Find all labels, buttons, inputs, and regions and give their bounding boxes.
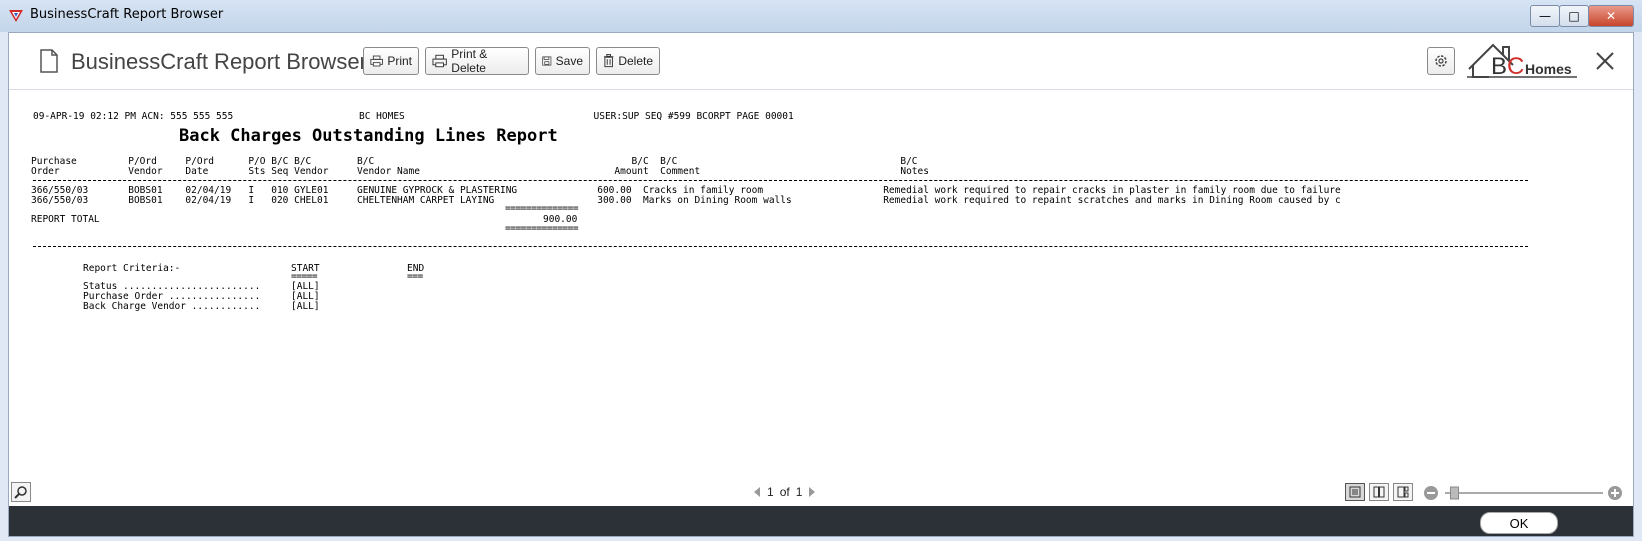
toolbar: BusinessCraft Report Browser Print Print… [9,33,1633,90]
column-headers-row2: Order Vendor Date Sts Seq Vendor Vendor … [31,166,929,177]
zoom-slider-handle[interactable] [1450,486,1459,500]
save-label: Save [555,54,583,68]
ok-button[interactable]: OK [1480,512,1558,534]
criteria-start-underline: ===== [291,271,318,282]
find-button[interactable] [11,482,31,502]
report-header-line: 09-APR-19 02:12 PM ACN: 555 555 555 BC H… [33,111,794,122]
zoom-in-button[interactable] [1608,486,1622,500]
close-icon[interactable] [1591,47,1619,75]
total-rule: ============== [505,223,579,234]
print-delete-label: Print & Delete [451,47,488,75]
print-delete-button[interactable]: Print & Delete [425,47,529,75]
criteria-item-label: Back Charge Vendor ............ [83,301,261,312]
delete-label: Delete [618,54,653,68]
criteria-end-underline: === [407,271,423,282]
page-total: 1 [795,485,803,499]
bc-homes-logo: B C Homes [1465,39,1581,85]
subtotal-rule: ============== [505,203,579,214]
minimize-button[interactable]: — [1530,5,1560,27]
multi-page-icon [1397,486,1409,498]
print-button[interactable]: Print [363,47,419,75]
print-label: Print [387,54,412,68]
save-button[interactable]: Save [535,47,590,75]
printer-icon [432,54,447,68]
page-of: of [779,485,790,499]
table-row: 366/550/03 BOBS01 02/04/19 I 020 CHEL01 … [31,195,1341,206]
dialog-footer: OK [9,506,1633,536]
page-title: BusinessCraft Report Browser [71,49,367,74]
window-titlebar: BusinessCraft Report Browser — □ ✕ [0,0,1642,32]
zoom-control [1424,486,1622,500]
zoom-out-button[interactable] [1424,486,1438,500]
close-icon: ✕ [1605,9,1617,23]
criteria-item-value: [ALL] [291,301,320,312]
page-current: 1 [767,485,774,499]
prev-page-icon[interactable] [753,486,761,498]
single-page-icon [1349,486,1361,498]
printer-icon [370,55,383,67]
trash-icon [603,54,614,68]
delete-button[interactable]: Delete [596,47,660,75]
floppy-disk-icon [542,56,552,66]
next-page-icon[interactable] [808,486,816,498]
logo-letter-b: B [1491,53,1508,80]
window-title: BusinessCraft Report Browser [30,7,224,22]
pager: 1 of 1 [753,485,816,499]
criteria-title: Report Criteria:- [83,263,181,274]
multi-page-view-button[interactable] [1393,483,1413,501]
bottom-toolbar: 1 of 1 [9,480,1633,506]
header-divider [33,180,1528,181]
maximize-icon: □ [1568,9,1580,23]
document-icon [40,49,58,73]
report-title: Back Charges Outstanding Lines Report [179,126,558,146]
settings-button[interactable] [1427,47,1455,75]
minus-icon [1427,492,1435,494]
two-page-view-button[interactable] [1369,483,1389,501]
section-divider [33,246,1528,247]
maximize-button[interactable]: □ [1559,5,1589,27]
report-total-label: REPORT TOTAL [31,214,100,225]
window-close-button[interactable]: ✕ [1588,5,1634,27]
two-page-icon [1373,486,1385,498]
logo-homes: Homes [1525,61,1572,77]
minimize-icon: — [1539,9,1551,23]
single-page-view-button[interactable] [1345,483,1365,501]
magnifier-icon [14,486,27,499]
report-page: 09-APR-19 02:12 PM ACN: 555 555 555 BC H… [9,90,1633,480]
app-icon [9,10,23,22]
report-browser-frame: BusinessCraft Report Browser Print Print… [8,32,1634,537]
logo-letter-c: C [1507,53,1525,80]
gear-icon [1435,55,1447,67]
